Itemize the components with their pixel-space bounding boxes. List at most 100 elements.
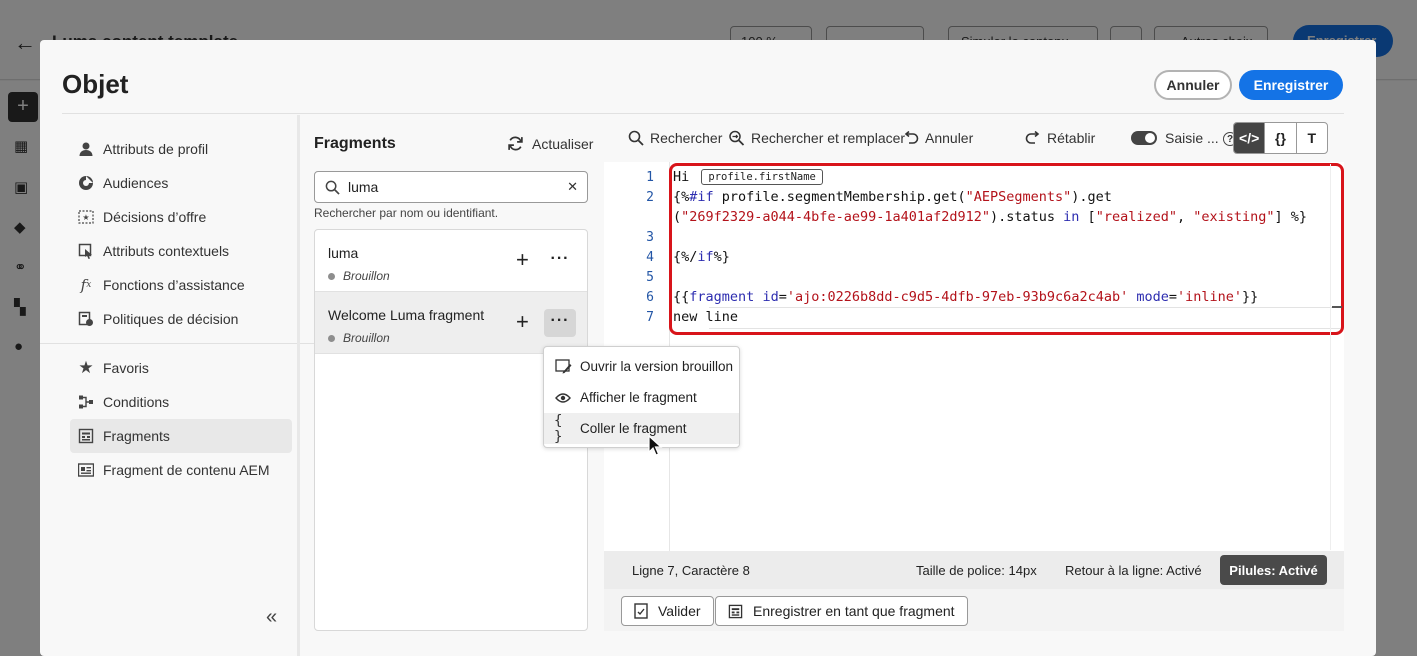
nav-item-label: Décisions d’offre	[103, 209, 207, 225]
menu-item-paste-fragment[interactable]: { } Coller le fragment	[544, 412, 739, 445]
nav-item-offer-decisions[interactable]: ★ Décisions d’offre	[70, 200, 292, 234]
scroll-marker	[1332, 306, 1342, 308]
fragment-icon	[77, 427, 95, 445]
category-nav: Attributs de profil Audiences ★ Décision…	[40, 132, 322, 487]
fragment-status: Brouillon	[328, 331, 390, 345]
menu-item-label: Afficher le fragment	[580, 390, 697, 405]
fragment-status-label: Brouillon	[343, 331, 390, 345]
add-fragment-icon[interactable]: +	[516, 311, 529, 333]
menu-item-open-draft[interactable]: Ouvrir la version brouillon	[544, 351, 739, 382]
offer-decision-icon: ★	[77, 208, 95, 226]
line-number: 3	[646, 230, 654, 245]
nav-item-helper-functions[interactable]: fx Fonctions d’assistance	[70, 268, 292, 302]
fragment-name: luma	[328, 245, 359, 261]
list-item[interactable]: luma Brouillon + ···	[315, 230, 587, 292]
search-icon	[325, 180, 340, 195]
fragment-status-label: Brouillon	[343, 269, 390, 283]
more-actions-icon[interactable]: ···	[544, 247, 576, 275]
redo-button[interactable]: Rétablir	[1025, 130, 1095, 146]
nav-item-favorites[interactable]: ★ Favoris	[70, 351, 292, 385]
decision-policy-icon	[77, 310, 95, 328]
aem-fragment-icon	[77, 461, 95, 479]
editor-mode-switcher: </> {} T	[1233, 122, 1328, 154]
fragment-context-menu: Ouvrir la version brouillon Afficher le …	[543, 346, 740, 448]
undo-button[interactable]: Annuler	[903, 130, 973, 146]
fragment-name: Welcome Luma fragment	[328, 307, 485, 323]
line-number: 6	[646, 290, 654, 305]
modal-divider	[62, 113, 1344, 114]
find-replace-icon	[729, 130, 745, 146]
eye-icon	[554, 392, 572, 404]
refresh-button[interactable]: Actualiser	[507, 135, 593, 152]
column-divider	[297, 115, 300, 656]
menu-item-view-fragment[interactable]: Afficher le fragment	[544, 382, 739, 413]
fragment-status: Brouillon	[328, 269, 390, 283]
find-replace-label: Rechercher et remplacer	[751, 130, 906, 146]
validate-icon	[634, 603, 648, 619]
search-label: Rechercher	[650, 130, 723, 146]
fragment-search-box[interactable]: ✕	[314, 171, 588, 203]
nav-item-fragments[interactable]: Fragments	[70, 419, 292, 453]
pills-toggle-button[interactable]: Pilules: Activé	[1220, 555, 1327, 585]
text-view-icon[interactable]: T	[1295, 123, 1327, 153]
cancel-button[interactable]: Annuler	[1154, 70, 1232, 100]
find-replace-button[interactable]: Rechercher et remplacer	[728, 130, 905, 146]
word-wrap-status: Retour à la ligne: Activé	[1065, 563, 1202, 578]
clear-search-icon[interactable]: ✕	[567, 179, 578, 195]
json-view-icon[interactable]: {}	[1264, 123, 1295, 153]
redo-icon	[1025, 131, 1040, 144]
nav-item-profile-attributes[interactable]: Attributs de profil	[70, 132, 292, 166]
nav-item-label: Fragment de contenu AEM	[103, 462, 270, 478]
save-as-fragment-label: Enregistrer en tant que fragment	[753, 603, 955, 619]
mouse-cursor-icon	[648, 435, 663, 456]
menu-item-label: Ouvrir la version brouillon	[580, 359, 734, 374]
redo-label: Rétablir	[1047, 130, 1096, 146]
fragment-search-input[interactable]	[348, 179, 548, 195]
editor-scrollbar[interactable]	[1330, 164, 1344, 550]
audience-icon	[77, 174, 95, 192]
save-as-fragment-button[interactable]: Enregistrer en tant que fragment	[715, 596, 968, 626]
nav-item-label: Politiques de décision	[103, 311, 239, 327]
search-help-text: Rechercher par nom ou identifiant.	[314, 206, 499, 220]
font-size-status: Taille de police: 14px	[916, 563, 1037, 578]
nav-item-decision-policies[interactable]: Politiques de décision	[70, 302, 292, 336]
save-button[interactable]: Enregistrer	[1239, 70, 1343, 100]
add-fragment-icon[interactable]: +	[516, 249, 529, 271]
nav-item-audiences[interactable]: Audiences	[70, 166, 292, 200]
function-icon: fx	[80, 276, 92, 294]
validate-button[interactable]: Valider	[621, 596, 714, 626]
highlight-annotation	[669, 163, 1344, 335]
nav-item-label: Audiences	[103, 175, 169, 191]
nav-item-label: Favoris	[103, 360, 149, 376]
code-view-icon[interactable]: </>	[1234, 123, 1265, 153]
line-number: 2	[646, 190, 654, 205]
toggle-switch-icon[interactable]	[1131, 131, 1157, 145]
nav-item-conditions[interactable]: Conditions	[70, 385, 292, 419]
braces-icon: { }	[554, 412, 563, 445]
line-number: 4	[646, 250, 654, 265]
editor-status-bar: Ligne 7, Caractère 8 Taille de police: 1…	[604, 551, 1344, 589]
collapse-panel-icon[interactable]: «	[266, 606, 277, 629]
more-actions-icon[interactable]: ···	[544, 309, 576, 337]
nav-item-label: Fonctions d’assistance	[103, 277, 245, 293]
input-mode-toggle[interactable]: Saisie ...	[1131, 130, 1219, 146]
undo-label: Annuler	[925, 130, 974, 146]
fragment-icon	[728, 604, 743, 618]
star-icon: ★	[78, 358, 94, 377]
cursor-position: Ligne 7, Caractère 8	[632, 563, 750, 578]
personalization-editor-modal: Objet Annuler Enregistrer Attributs de p…	[40, 40, 1376, 656]
modal-title: Objet	[62, 69, 129, 99]
validate-label: Valider	[658, 603, 701, 619]
menu-item-label: Coller le fragment	[580, 421, 687, 436]
nav-item-contextual-attributes[interactable]: Attributs contextuels	[70, 234, 292, 268]
line-number: 1	[646, 170, 654, 185]
nav-item-aem-content-fragment[interactable]: Fragment de contenu AEM	[70, 453, 292, 487]
editor-footer: Valider Enregistrer en tant que fragment	[604, 589, 1344, 631]
contextual-attribute-icon	[77, 242, 95, 260]
line-number: 5	[646, 270, 654, 285]
search-button[interactable]: Rechercher	[628, 130, 722, 146]
branch-icon	[77, 393, 95, 411]
edit-icon	[554, 359, 572, 374]
list-item[interactable]: Welcome Luma fragment Brouillon + ···	[315, 292, 587, 354]
svg-text:★: ★	[82, 213, 89, 222]
